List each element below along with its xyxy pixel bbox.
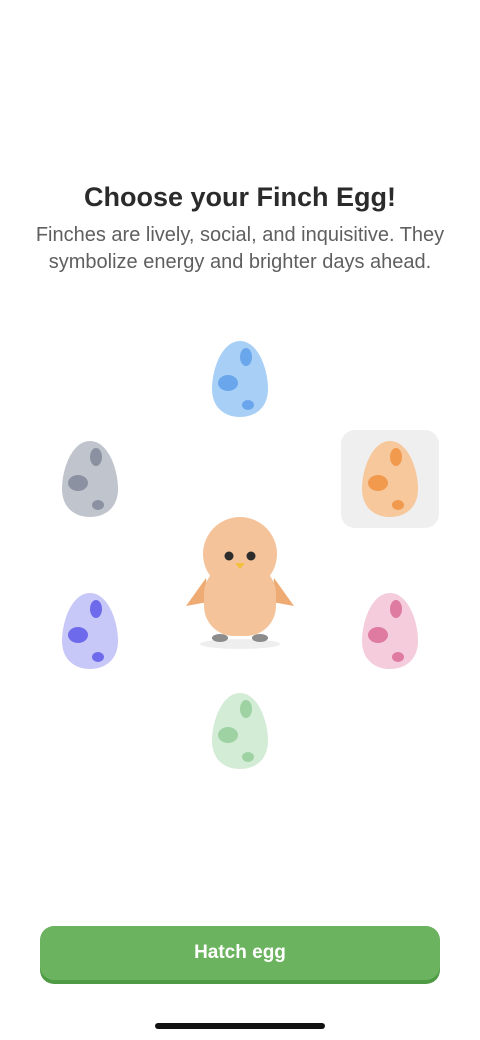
page-subtitle: Finches are lively, social, and inquisit… [35, 224, 445, 273]
finch-character-icon [186, 517, 294, 649]
home-indicator[interactable] [155, 1023, 325, 1029]
green-egg-icon [212, 693, 268, 769]
egg-option-blue[interactable] [191, 330, 289, 428]
egg-option-purple[interactable] [41, 582, 139, 680]
egg-option-gray[interactable] [41, 430, 139, 528]
orange-egg-icon [362, 441, 418, 517]
hatch-egg-button[interactable]: Hatch egg [40, 926, 440, 980]
egg-selection-screen: Choose your Finch Egg! Finches are livel… [0, 0, 480, 1040]
egg-option-pink[interactable] [341, 582, 439, 680]
gray-egg-icon [62, 441, 118, 517]
pink-egg-icon [362, 593, 418, 669]
egg-option-green[interactable] [191, 682, 289, 780]
page-title: Choose your Finch Egg! [83, 182, 396, 212]
egg-option-orange[interactable] [341, 430, 439, 528]
purple-egg-icon [62, 593, 118, 669]
blue-egg-icon [212, 341, 268, 417]
